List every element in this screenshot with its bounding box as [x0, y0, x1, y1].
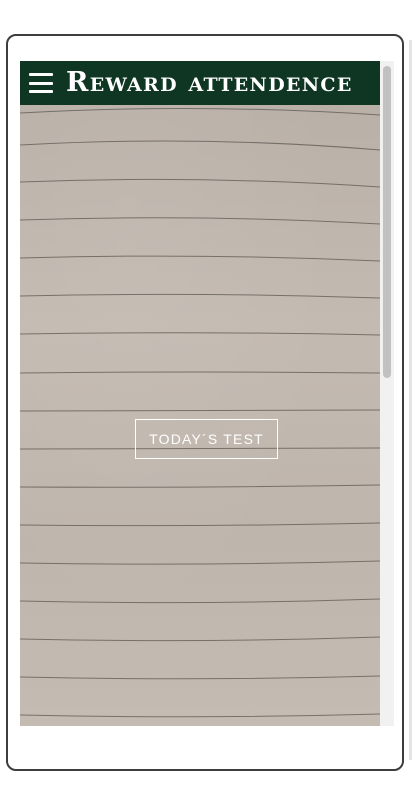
app-screen: Reward attendence TODAY´S TEST	[20, 61, 380, 726]
app-title: Reward attendence	[66, 67, 353, 98]
app-bar: Reward attendence	[20, 61, 380, 105]
scrollbar-thumb[interactable]	[383, 66, 391, 378]
hamburger-menu-icon[interactable]	[29, 73, 53, 93]
paper-lines-illustration	[20, 107, 380, 718]
menu-line	[29, 81, 53, 85]
lined-paper-background	[20, 105, 380, 726]
menu-line	[29, 90, 53, 93]
todays-test-button[interactable]: TODAY´S TEST	[135, 419, 278, 459]
frame-edge	[409, 40, 412, 760]
menu-line	[29, 73, 53, 76]
